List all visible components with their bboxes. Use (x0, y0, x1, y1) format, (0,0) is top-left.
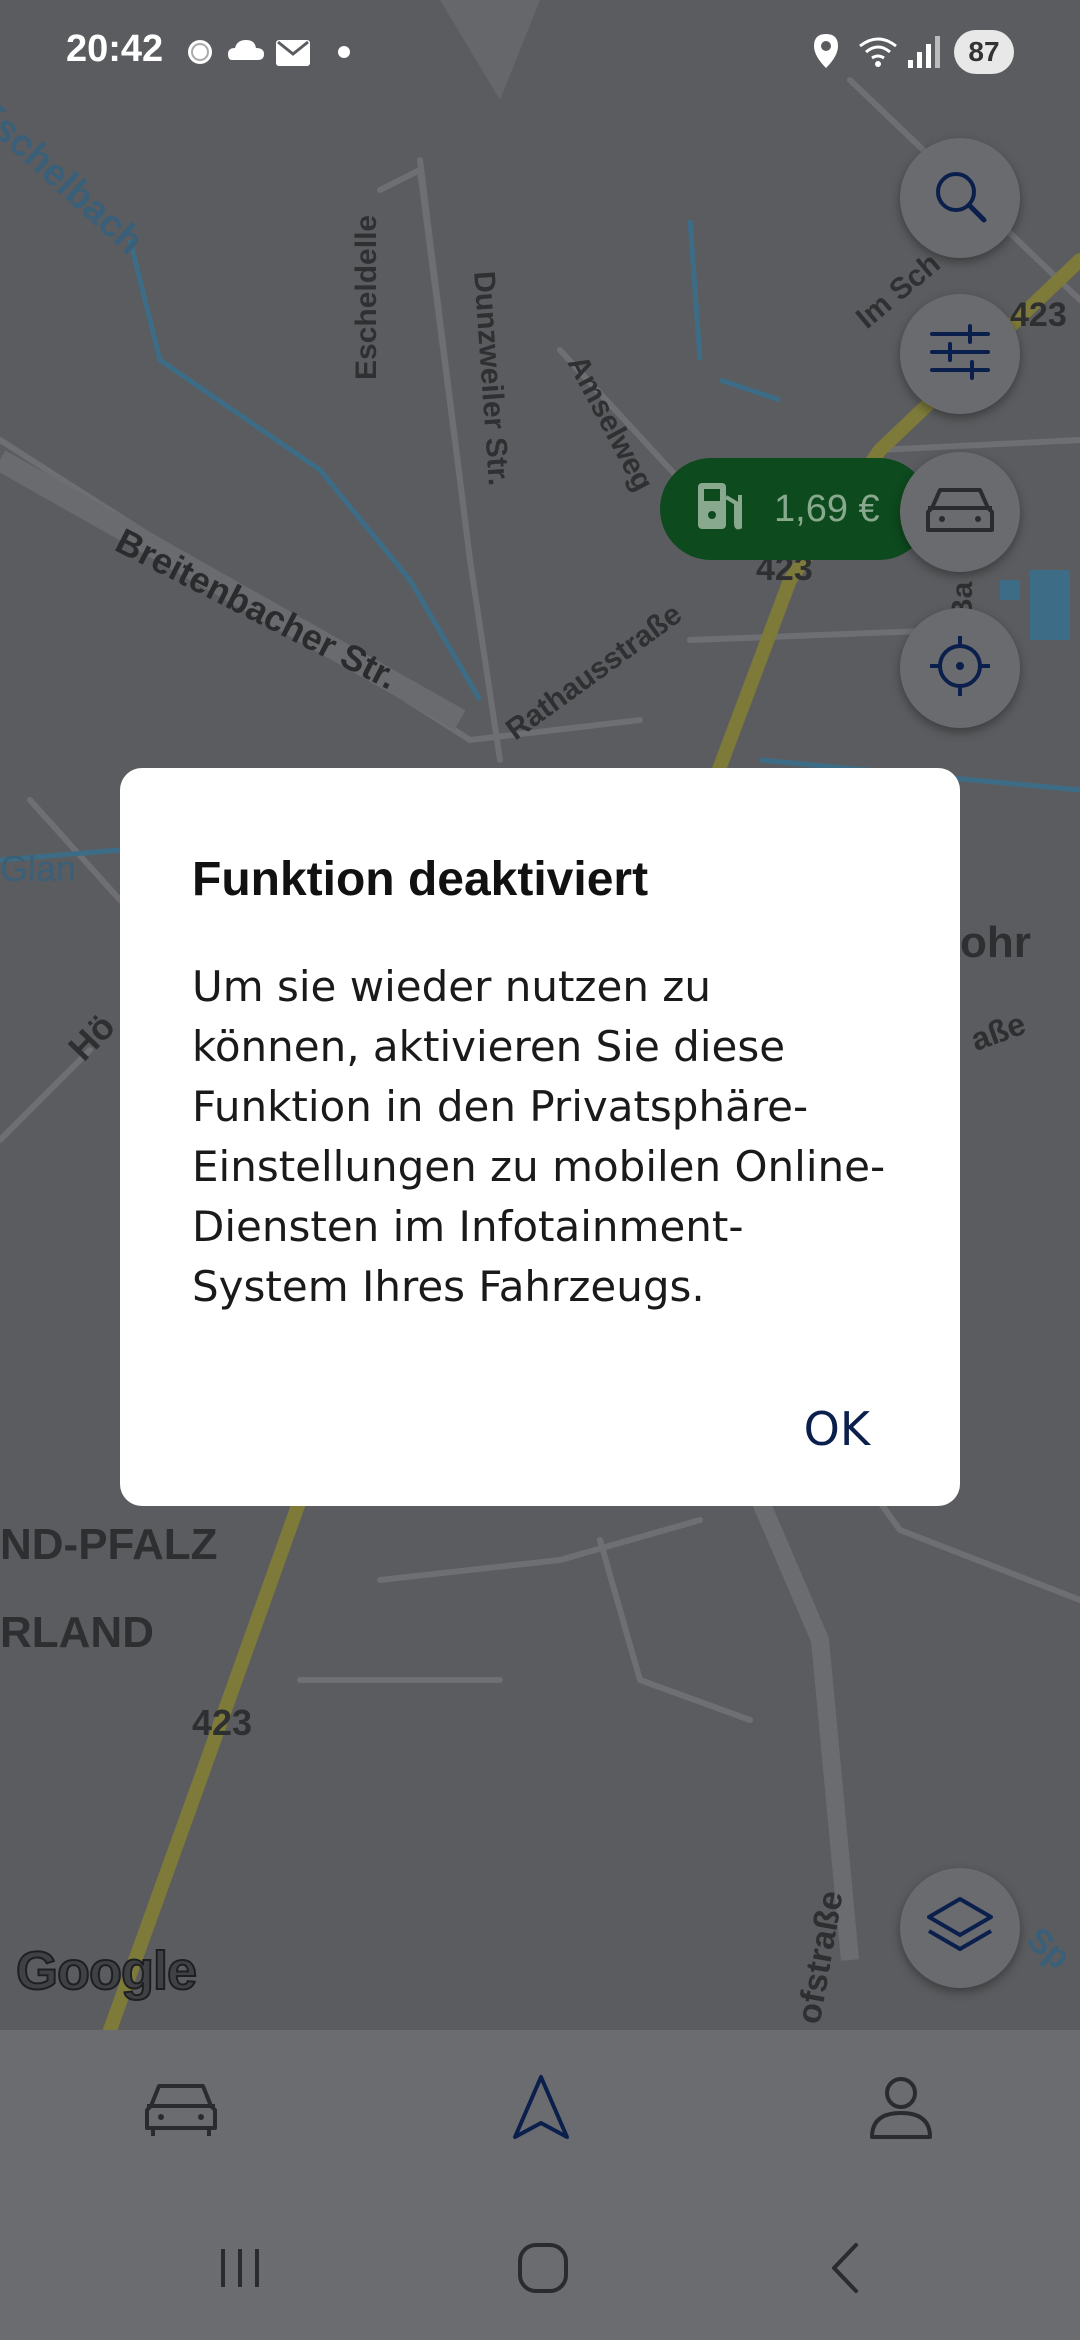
dialog-title: Funktion deaktiviert (192, 853, 649, 906)
map-label-ohr: ohr (960, 918, 1031, 967)
location-icon (810, 30, 842, 78)
wifi-icon (856, 30, 900, 78)
navigation-arrow-icon (509, 2073, 573, 2147)
map-layers-button[interactable] (900, 1868, 1020, 1988)
map-label-road-423-top: 423 (1010, 296, 1067, 334)
dialog-message: Um sie wieder nutzen zu können, aktivier… (192, 962, 886, 1311)
vehicle-button[interactable] (900, 452, 1020, 572)
fuel-price-value: 1,69 € (774, 487, 880, 530)
ok-button[interactable]: OK (804, 1402, 870, 1456)
nav-profile[interactable] (856, 2070, 946, 2150)
back-icon (826, 2241, 866, 2299)
map-label-glan: Glan (0, 848, 77, 889)
feature-disabled-dialog: Funktion deaktiviert Um sie wieder nutze… (120, 768, 960, 1506)
bottom-navigation (0, 2030, 1080, 2190)
search-icon (930, 166, 990, 230)
record-icon (186, 30, 216, 78)
user-icon (866, 2073, 936, 2147)
status-time: 20:42 (66, 28, 164, 70)
filter-button[interactable] (900, 294, 1020, 414)
recent-apps-icon (215, 2243, 265, 2297)
fuel-pump-icon (694, 477, 746, 541)
home-button[interactable] (503, 2240, 583, 2300)
recent-apps-button[interactable] (200, 2240, 280, 2300)
status-bar: 20:42 87 (0, 0, 1080, 100)
locate-crosshair-icon (928, 634, 992, 702)
dot-icon (336, 30, 352, 78)
filter-sliders-icon (930, 324, 990, 384)
fuel-price-marker[interactable]: 1,69 € (660, 458, 930, 560)
signal-icon (906, 30, 942, 78)
home-icon (516, 2241, 570, 2299)
map-label-nd-pfalz: ND-PFALZ (0, 1520, 218, 1569)
back-button[interactable] (806, 2240, 886, 2300)
search-button[interactable] (900, 138, 1020, 258)
battery-level: 87 (954, 30, 1014, 74)
mail-icon (274, 30, 314, 78)
map-label-escheldelle: Escheldelle (350, 214, 383, 380)
car-icon (143, 2078, 219, 2142)
map-label-road-423-bottom: 423 (192, 1702, 253, 1743)
nav-map[interactable] (496, 2070, 586, 2150)
system-navigation-bar (0, 2190, 1080, 2340)
car-icon (924, 482, 996, 542)
locate-me-button[interactable] (900, 608, 1020, 728)
layers-icon (925, 1895, 995, 1961)
nav-vehicle[interactable] (136, 2070, 226, 2150)
cloud-icon (226, 30, 266, 78)
google-attribution: Google (15, 1940, 198, 2002)
map-label-rland: RLAND (0, 1608, 154, 1657)
